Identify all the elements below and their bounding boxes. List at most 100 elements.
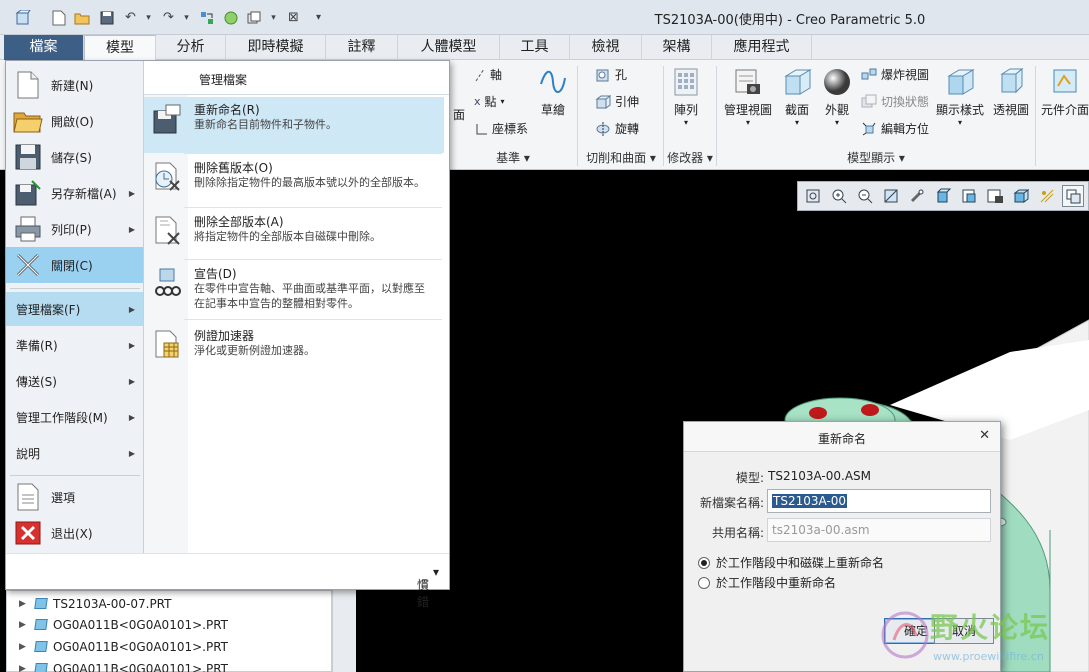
zoom-out-icon[interactable] (854, 185, 876, 207)
submenu-item-declare[interactable]: 宣告(D) 在零件中宣告軸、平曲面或基準平面，以對應至在記事本中宣告的整體相對零… (144, 261, 444, 319)
menu-item-save[interactable]: 儲存(S) (6, 139, 143, 175)
tab-applications[interactable]: 應用程式 (712, 35, 812, 60)
tab-tools[interactable]: 工具 (500, 35, 570, 60)
axis-button[interactable]: 軸 (474, 66, 502, 83)
expand-icon[interactable]: ▶ (19, 664, 29, 672)
windows-icon[interactable] (245, 9, 262, 26)
menu-item-new[interactable]: 新建(N) (6, 67, 143, 103)
submenu-header: 管理檔案 (144, 61, 449, 95)
submenu-item-delete-all-versions[interactable]: 刪除全部版本(A) 將指定物件的全部版本自磁碟中刪除。 (144, 209, 444, 263)
model-display-group-label: 模型顯示 ▾ (847, 151, 905, 165)
extrude-button[interactable]: 引伸 (595, 93, 639, 110)
redo-dropdown-icon[interactable]: ▾ (178, 9, 195, 26)
sketch-button[interactable]: 草繪 (533, 66, 573, 118)
save-icon[interactable] (98, 9, 115, 26)
tab-model[interactable]: 模型 (84, 35, 156, 60)
submenu-item-rename[interactable]: 重新命名(R) 重新命名目前物件和子物件。 (144, 97, 444, 153)
footer-dropdown[interactable]: 慣錯 ▾ (417, 565, 439, 609)
menu-item-manage-file[interactable]: 管理檔案(F) ▶ (6, 292, 143, 326)
undo-icon[interactable]: ↶ (122, 9, 139, 26)
menu-item-label: 管理工作階段(M) (16, 410, 108, 425)
tree-scroll-strip[interactable] (332, 590, 356, 672)
pan-icon[interactable] (906, 185, 928, 207)
expand-icon[interactable]: ▶ (19, 599, 29, 609)
datum-display-icon[interactable] (1036, 185, 1058, 207)
display-status-icon[interactable] (222, 9, 239, 26)
windows-dropdown-icon[interactable]: ▾ (265, 9, 282, 26)
section-button[interactable]: 截面 ▾ (778, 66, 816, 127)
cancel-button[interactable]: 取消 (934, 618, 994, 644)
repaint-icon[interactable] (880, 185, 902, 207)
tab-framework[interactable]: 架構 (642, 35, 712, 60)
component-interface-button[interactable]: 元件介面 (1040, 66, 1089, 118)
menu-item-print[interactable]: 列印(P) ▶ (6, 211, 143, 247)
display-style-small-icon[interactable] (1010, 185, 1032, 207)
menu-item-prepare[interactable]: 準備(R) ▶ (6, 328, 143, 362)
perspective-button[interactable]: 透視圖 (990, 66, 1032, 118)
menu-item-manage-session[interactable]: 管理工作階段(M) ▶ (6, 400, 143, 434)
tree-row[interactable]: ▶ OG0A011B<0G0A0101>.PRT (19, 658, 228, 672)
menu-item-label: 另存新檔(A) (51, 186, 117, 201)
menu-item-exit[interactable]: 退出(X) (6, 516, 143, 550)
explode-view-label: 爆炸視圖 (881, 68, 930, 82)
hole-button[interactable]: 孔 (595, 66, 627, 83)
manage-files-submenu: 管理檔案 重新命名(R) 重新命名目前物件和子物件。 刪除舊版本(O) 刪除除指… (144, 61, 449, 553)
revolve-button[interactable]: 旋轉 (595, 120, 639, 137)
csys-button[interactable]: 座標系 (474, 120, 528, 137)
menu-item-options[interactable]: 選項 (6, 480, 143, 514)
toggle-status-button[interactable]: 切換狀態 (861, 93, 929, 110)
new-name-input[interactable]: TS2103A-00 (767, 489, 991, 513)
tab-live-simulation[interactable]: 即時模擬 (226, 35, 326, 60)
menu-item-open[interactable]: 開啟(O) (6, 103, 143, 139)
open-file-icon[interactable] (73, 9, 90, 26)
tab-annotate[interactable]: 註釋 (326, 35, 398, 60)
point-button[interactable]: ⅹ 點 ▾ (474, 93, 505, 110)
manage-views-button[interactable]: 管理視圖 ▾ (722, 66, 774, 127)
menu-item-save-as[interactable]: 另存新檔(A) ▶ (6, 175, 143, 211)
expand-icon[interactable]: ▶ (19, 642, 29, 652)
tree-row[interactable]: ▶ TS2103A-00-07.PRT (19, 593, 171, 614)
annotation-display-icon[interactable] (1062, 185, 1084, 207)
customize-toolbar-icon[interactable]: ▾ (310, 9, 327, 26)
rename-in-session-option[interactable]: 於工作階段中重新命名 (698, 574, 836, 591)
option-label: 於工作階段中和磁碟上重新命名 (716, 556, 885, 570)
refit-icon[interactable] (802, 185, 824, 207)
undo-dropdown-icon[interactable]: ▾ (140, 9, 157, 26)
toggle-status-label: 切換狀態 (881, 95, 930, 109)
save-icon (11, 140, 45, 174)
tab-analysis[interactable]: 分析 (156, 35, 226, 60)
appearance-button[interactable]: 外觀 ▾ (818, 66, 856, 127)
view-manager-icon[interactable] (984, 185, 1006, 207)
regenerate-icon[interactable] (198, 9, 215, 26)
zoom-in-icon[interactable] (828, 185, 850, 207)
submenu-item-instance-accelerator[interactable]: 例證加速器 淨化或更新例證加速器。 (144, 323, 444, 367)
tree-row[interactable]: ▶ OG0A011B<0G0A0101>.PRT (19, 636, 228, 657)
redo-icon[interactable]: ↷ (160, 9, 177, 26)
submenu-item-delete-old-versions[interactable]: 刪除舊版本(O) 刪除除指定物件的最高版本號以外的全部版本。 (144, 155, 444, 207)
plane-button[interactable]: 面 (453, 106, 465, 123)
edit-position-button[interactable]: 編輯方位 (861, 120, 929, 137)
shading-icon[interactable] (932, 185, 954, 207)
new-file-icon (11, 68, 45, 102)
close-window-icon[interactable]: ⊠ (285, 9, 302, 26)
tab-file[interactable]: 檔案 (4, 35, 84, 60)
declare-icon (150, 266, 184, 300)
close-icon[interactable]: ✕ (979, 428, 990, 443)
tree-row[interactable]: ▶ OG0A011B<0G0A0101>.PRT (19, 614, 228, 635)
explode-view-button[interactable]: 爆炸視圖 (861, 66, 929, 83)
radio-icon[interactable] (698, 576, 710, 589)
display-style-button[interactable]: 顯示樣式 ▾ (934, 66, 986, 127)
radio-selected-icon[interactable] (698, 556, 710, 569)
tab-manikin[interactable]: 人體模型 (398, 35, 500, 60)
tab-view[interactable]: 檢視 (570, 35, 642, 60)
rename-in-session-and-disk-option[interactable]: 於工作階段中和磁碟上重新命名 (698, 554, 884, 571)
menu-item-help[interactable]: 說明 ▶ (6, 436, 143, 470)
saved-orientations-icon[interactable] (958, 185, 980, 207)
menu-item-send[interactable]: 傳送(S) ▶ (6, 364, 143, 398)
expand-icon[interactable]: ▶ (19, 620, 29, 630)
pattern-button[interactable]: 陣列 ▾ (668, 66, 704, 127)
submenu-item-title: 刪除全部版本(A) (194, 215, 284, 229)
point-icon: ⅹ (474, 95, 481, 108)
new-file-icon[interactable] (50, 9, 67, 26)
menu-item-close[interactable]: 關閉(C) (6, 247, 143, 283)
